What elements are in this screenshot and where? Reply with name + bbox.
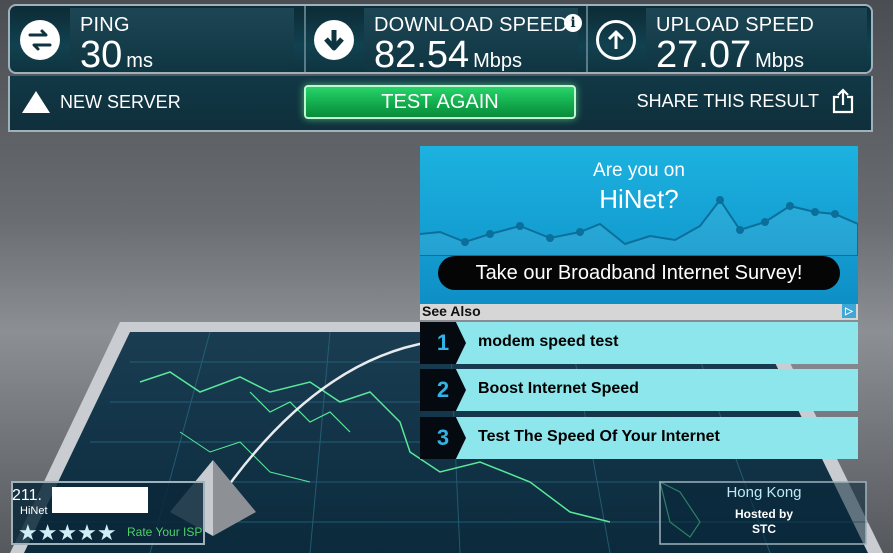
test-again-button[interactable]: TEST AGAIN (304, 85, 576, 119)
upload-unit: Mbps (755, 50, 804, 72)
isp-name: HiNet (20, 505, 48, 517)
rating-stars[interactable]: ★★★★★ (18, 520, 117, 546)
info-icon[interactable]: i (564, 14, 582, 32)
adchoices-icon[interactable]: ▷ (842, 304, 856, 318)
arrow-up-icon (596, 20, 636, 60)
download-unit: Mbps (473, 50, 522, 72)
new-server-button[interactable]: NEW SERVER (22, 88, 181, 116)
see-also-item[interactable]: 2 Boost Internet Speed (420, 369, 858, 411)
host-city: Hong Kong (726, 484, 802, 501)
arrow-down-icon (314, 20, 354, 60)
ip-redaction (52, 487, 148, 513)
rate-isp-link[interactable]: Rate Your ISP (127, 525, 202, 539)
client-ip: 211. (12, 487, 42, 504)
share-icon (832, 88, 854, 114)
see-also-item[interactable]: 1 modem speed test (420, 322, 858, 364)
download-value: 82.54 (374, 34, 470, 76)
download-stat: DOWNLOAD SPEED i 82.54 Mbps (304, 6, 582, 76)
ping-unit: ms (126, 50, 153, 72)
upload-value: 27.07 (656, 34, 752, 76)
see-also-link[interactable]: Test The Speed Of Your Internet (478, 428, 720, 446)
pyramid-icon (22, 91, 50, 113)
see-also-title: See Also (422, 303, 481, 319)
new-server-label: NEW SERVER (60, 91, 181, 112)
see-also-link[interactable]: Boost Internet Speed (478, 380, 639, 398)
isp-survey-ad[interactable]: Are you on HiNet? Take our Broadband Int… (420, 146, 858, 304)
see-also-link[interactable]: modem speed test (478, 333, 618, 351)
see-also-header: See Also ▷ (420, 303, 858, 320)
share-label: SHARE THIS RESULT (636, 90, 819, 111)
see-also-number: 2 (420, 369, 466, 411)
survey-button[interactable]: Take our Broadband Internet Survey! (438, 256, 840, 290)
see-also-number: 3 (420, 417, 466, 459)
ad-question-line1: Are you on (593, 160, 685, 181)
see-also-number: 1 (420, 322, 466, 364)
action-bar: NEW SERVER TEST AGAIN SHARE THIS RESULT (8, 76, 873, 132)
upload-stat: UPLOAD SPEED 27.07 Mbps (586, 6, 871, 76)
hosted-by-label: Hosted by (734, 507, 793, 521)
ad-graph-decoration (420, 196, 858, 256)
results-bar: PING 30 ms DOWNLOAD SPEED i 82.54 Mbps UPL… (8, 4, 873, 76)
arrows-exchange-icon (20, 20, 60, 60)
share-result-button[interactable]: SHARE THIS RESULT (637, 88, 855, 114)
host-sponsor: STC (752, 522, 776, 536)
ping-value: 30 (80, 34, 123, 76)
ping-stat: PING 30 ms (12, 6, 298, 76)
see-also-item[interactable]: 3 Test The Speed Of Your Internet (420, 417, 858, 459)
